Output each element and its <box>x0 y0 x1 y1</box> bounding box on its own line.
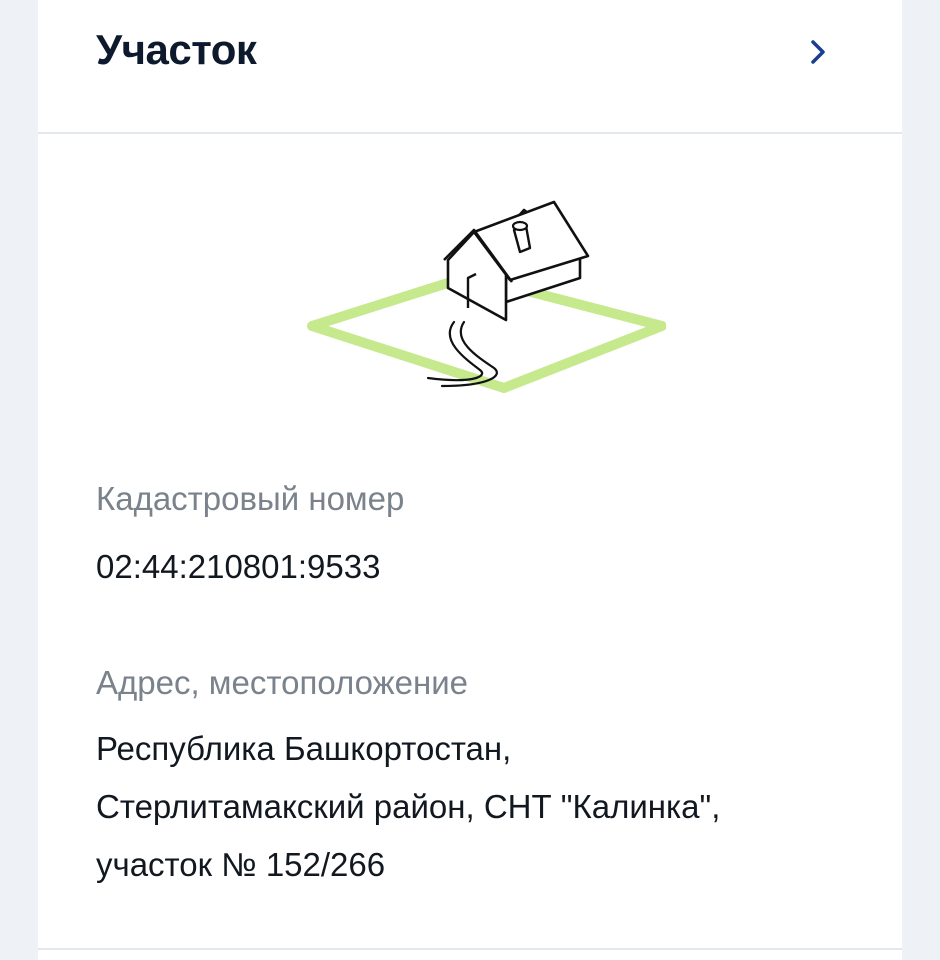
card-header[interactable]: Участок <box>38 0 902 134</box>
card-title: Участок <box>96 26 257 73</box>
address-line: участок № 152/266 <box>96 846 386 883</box>
plot-card: Участок Кадастровый номер 02:44:210801:9… <box>38 0 902 960</box>
address-value: Республика Башкортостан, Стерлитамакский… <box>96 720 876 894</box>
cadastral-number-value: 02:44:210801:9533 <box>96 548 381 585</box>
house-on-plot-icon <box>307 200 666 393</box>
address-label: Адрес, местоположение <box>96 664 468 701</box>
address-line: Стерлитамакский район, СНТ "Калинка", <box>96 788 721 825</box>
address-line: Республика Башкортостан, <box>96 730 512 767</box>
cadastral-number-label: Кадастровый номер <box>96 480 405 517</box>
bottom-divider <box>38 948 902 950</box>
chevron-right-icon[interactable] <box>798 30 838 74</box>
